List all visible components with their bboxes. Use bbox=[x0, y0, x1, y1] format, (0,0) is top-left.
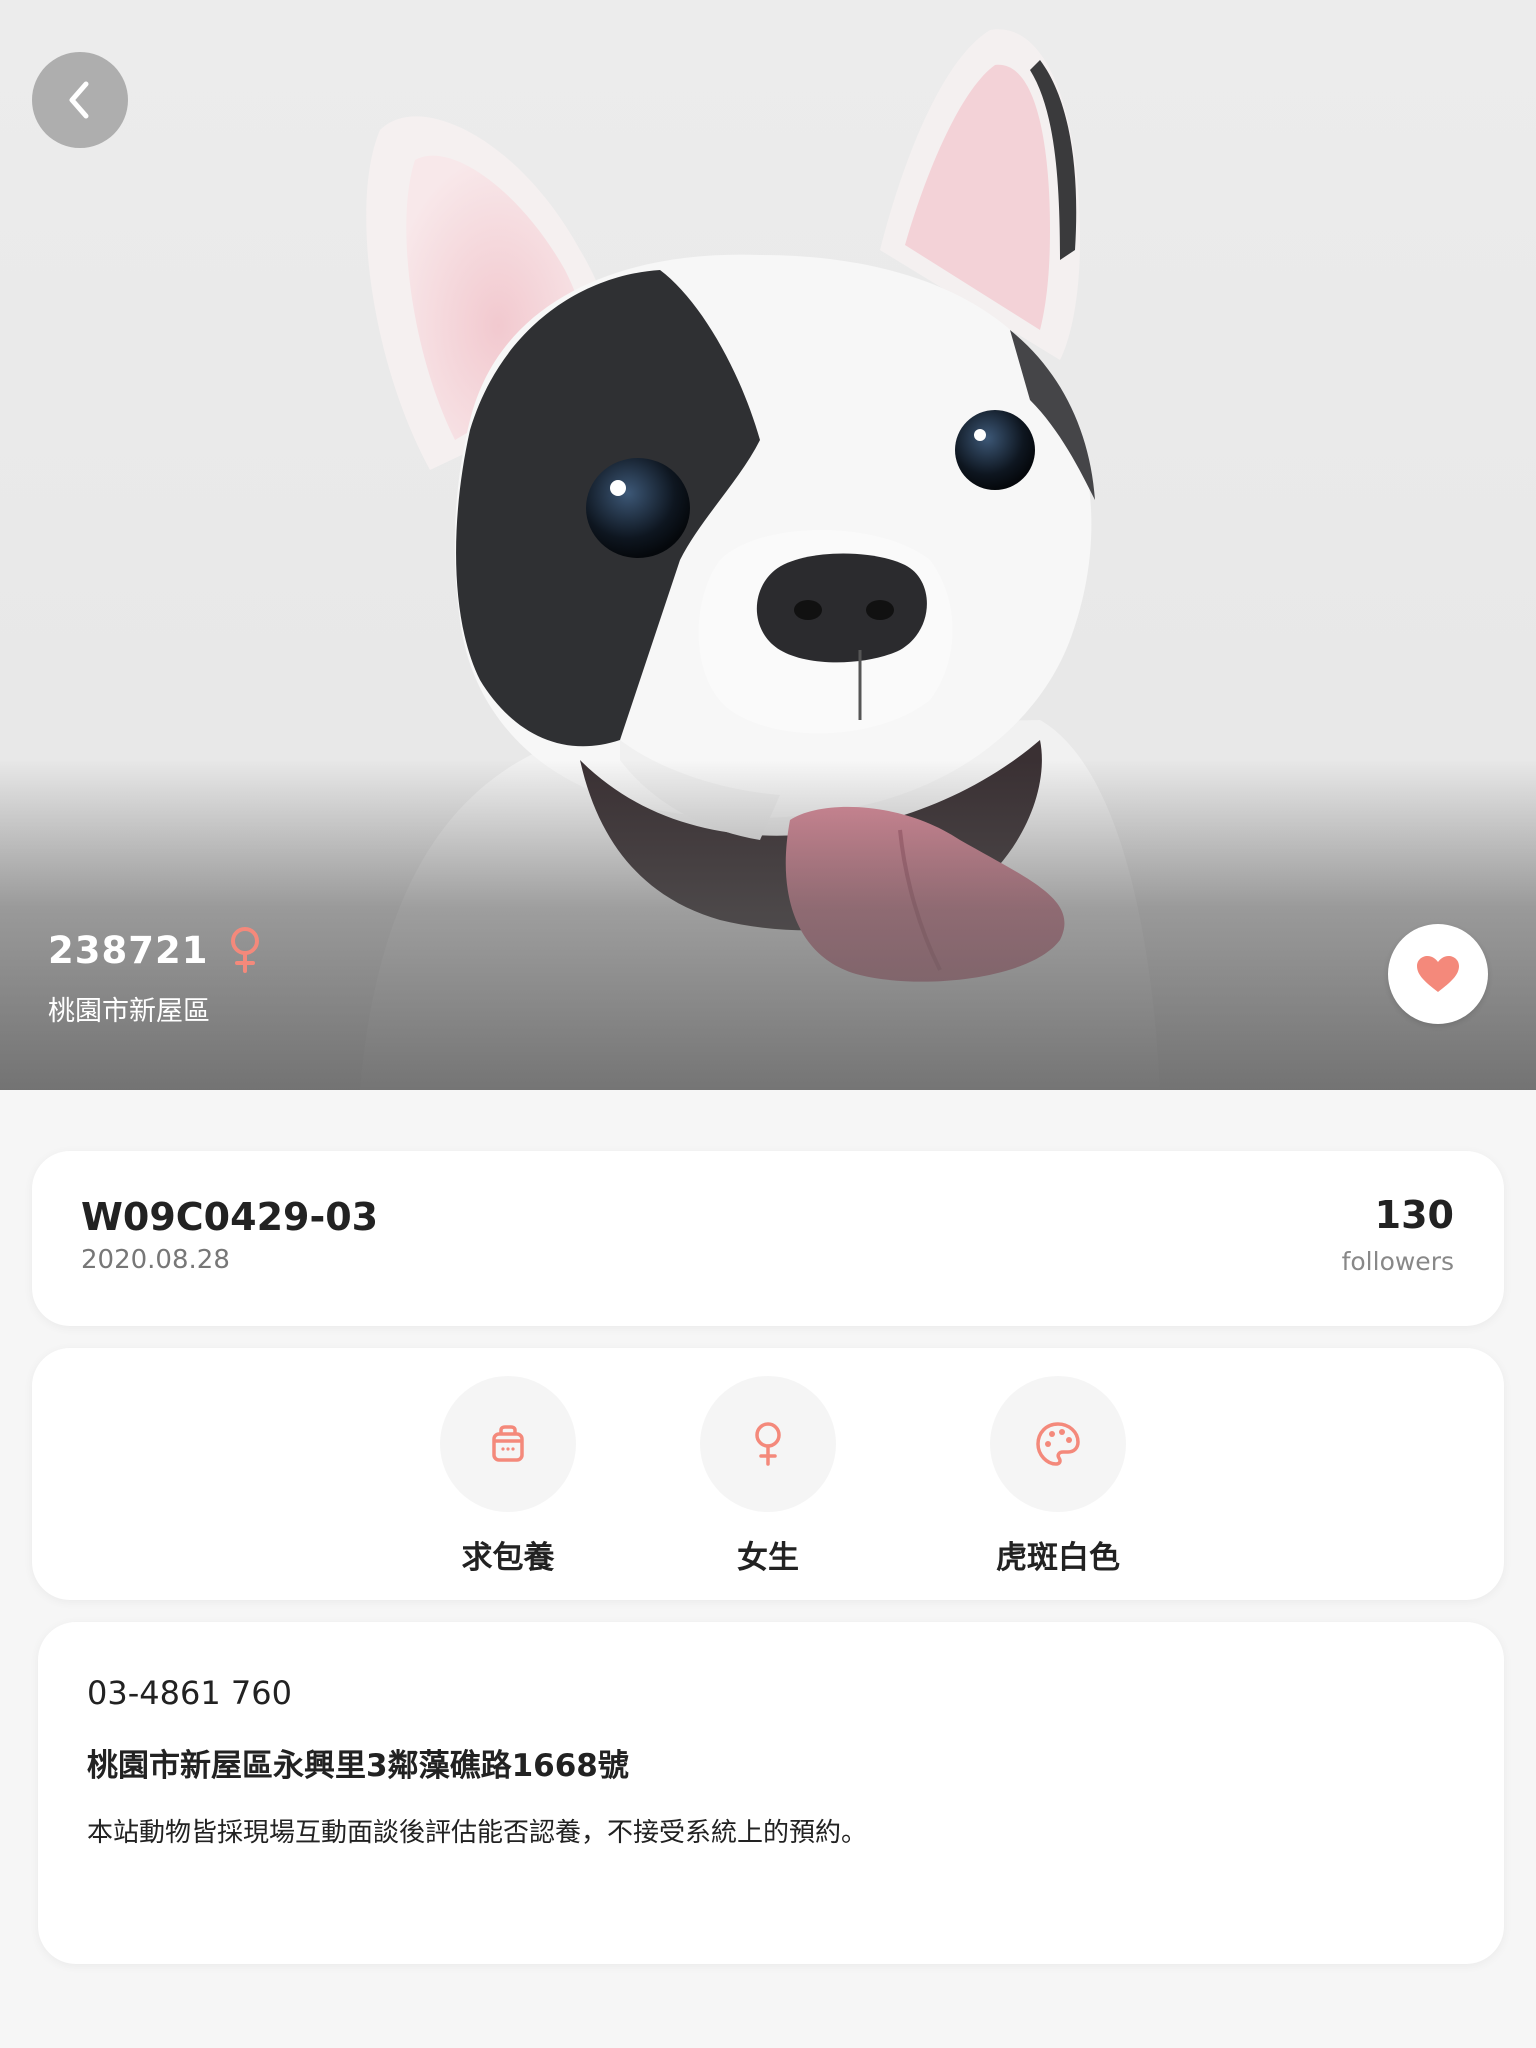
pet-id: 238721 bbox=[48, 928, 209, 972]
attribute-label: 虎斑白色 bbox=[996, 1540, 1120, 1576]
followers-count: 130 bbox=[1374, 1193, 1454, 1237]
attribute-icon-circle bbox=[990, 1376, 1126, 1512]
attribute-icon-circle bbox=[440, 1376, 576, 1512]
pet-id-row: 238721 bbox=[48, 925, 264, 975]
chevron-left-icon bbox=[69, 81, 89, 119]
heart-icon bbox=[1417, 956, 1459, 992]
attribute-gender: 女生 bbox=[668, 1376, 868, 1577]
attribute-color: 虎斑白色 bbox=[958, 1376, 1158, 1577]
attribute-label: 女生 bbox=[737, 1540, 799, 1576]
attribute-status: 求包養 bbox=[408, 1376, 608, 1577]
pet-area: 桃園市新屋區 bbox=[48, 996, 210, 1027]
favorite-button[interactable] bbox=[1388, 924, 1488, 1024]
female-icon bbox=[231, 927, 260, 973]
attribute-icon-circle bbox=[700, 1376, 836, 1512]
pet-hero: 238721 桃園市新屋區 bbox=[0, 0, 1536, 1090]
shelter-code: W09C0429-03 bbox=[81, 1195, 379, 1239]
followers-label: followers bbox=[1341, 1247, 1454, 1276]
contact-card: 03-4861 760 桃園市新屋區永興里3鄰藻礁路1668號 本站動物皆採現場… bbox=[38, 1622, 1504, 1964]
summary-card: W09C0429-03 2020.08.28 130 followers bbox=[32, 1151, 1504, 1326]
female-icon bbox=[755, 1422, 781, 1466]
intake-date: 2020.08.28 bbox=[81, 1245, 230, 1275]
adoption-notice: 本站動物皆採現場互動面談後評估能否認養，不接受系統上的預約。 bbox=[87, 1818, 868, 1848]
attribute-label: 求包養 bbox=[461, 1540, 555, 1576]
phone-number[interactable]: 03-4861 760 bbox=[87, 1674, 292, 1712]
back-button[interactable] bbox=[32, 52, 128, 148]
bag-icon bbox=[492, 1425, 524, 1462]
shelter-address: 桃園市新屋區永興里3鄰藻礁路1668號 bbox=[87, 1748, 629, 1784]
palette-icon bbox=[1036, 1422, 1080, 1466]
attributes-card: 求包養 女生 虎斑白色 bbox=[32, 1348, 1504, 1600]
pet-hero-info: 238721 桃園市新屋區 bbox=[48, 925, 264, 1028]
